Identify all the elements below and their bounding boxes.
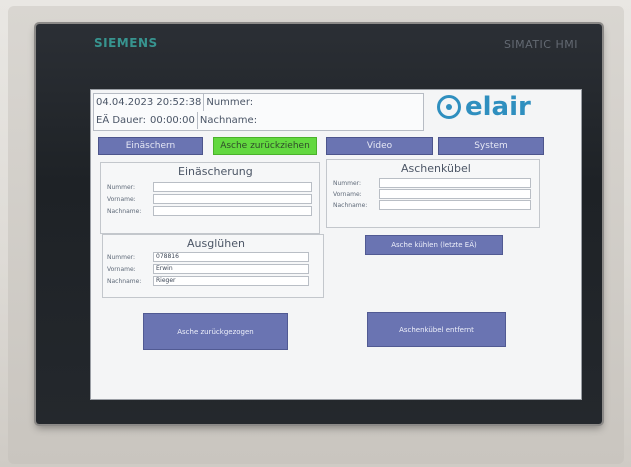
tab-einaeschern-label: Einäschern [125,141,176,151]
einaescherung-vorname-row: Vorname: [107,194,312,204]
status-row-2: EÄ Dauer: 00:00:00 Nachname: [94,112,423,129]
elair-logo: elair [437,92,531,122]
cool-ashes-button[interactable]: Asche kühlen (letzte EÄ) [365,235,503,255]
status-row-1: 04.04.2023 20:52:38 Nummer: [94,94,423,111]
einaescherung-nachname-field [153,206,312,216]
aschenkuebel-vorname-row: Vorname: [333,189,531,199]
aschenkuebel-nummer-field [379,178,531,188]
aschenkuebel-vorname-field [379,189,531,199]
ea-duration-value: 00:00:00 [149,115,195,126]
panel-title-einaescherung: Einäscherung [178,165,253,178]
tab-system-label: System [474,141,508,151]
panel-title-ausgluehen: Ausglühen [187,237,245,250]
tab-video[interactable]: Video [326,137,433,155]
brand-simatic-hmi: SIMATIC HMI [503,38,578,51]
logo-mark-icon [437,95,461,119]
field-label-vorname: Vorname: [107,195,136,203]
bin-removed-button[interactable]: Aschenkübel entfernt [367,312,506,347]
name-label: Nachname: [199,115,258,126]
datetime: 04.04.2023 20:52:38 [96,97,202,108]
field-label-vorname: Vorname: [333,190,362,198]
aschenkuebel-nachname-row: Nachname: [333,200,531,210]
aschenkuebel-nachname-field [379,200,531,210]
status-bar: 04.04.2023 20:52:38 Nummer: EÄ Dauer: 00… [93,93,424,131]
hmi-bezel: SIEMENS SIMATIC HMI 04.04.2023 20:52:38 … [36,24,602,424]
ausgluehen-nachname-row: Nachname: Rieger [107,276,309,286]
ausgluehen-nachname-field: Rieger [153,276,309,286]
tab-system[interactable]: System [438,137,544,155]
ausgluehen-vorname-field: Erwin [153,264,309,274]
field-label-nummer: Nummer: [107,253,136,261]
field-label-nummer: Nummer: [333,179,362,187]
ashes-retracted-button[interactable]: Asche zurückgezogen [143,313,288,350]
cool-ashes-label: Asche kühlen (letzte EÄ) [391,241,477,249]
tab-video-label: Video [366,141,393,151]
panel-title-aschenkuebel: Aschenkübel [401,162,471,175]
field-label-nummer: Nummer: [107,183,136,191]
field-label-nachname: Nachname: [107,207,142,215]
ea-duration-label: EÄ Dauer: [96,115,146,126]
field-label-nachname: Nachname: [107,277,142,285]
tab-asche-zurueckziehen-label: Asche zurückziehen [220,141,310,151]
einaescherung-vorname-field [153,194,312,204]
ausgluehen-nummer-field: 078816 [153,252,309,262]
tab-asche-zurueckziehen[interactable]: Asche zurückziehen [213,137,317,155]
logo-text: elair [465,92,531,122]
brand-siemens: SIEMENS [94,36,158,50]
einaescherung-nummer-field [153,182,312,192]
number-label: Nummer: [206,97,254,108]
field-label-nachname: Nachname: [333,201,368,209]
aschenkuebel-nummer-row: Nummer: [333,178,531,188]
panel-aschenkuebel: Aschenkübel Nummer: Vorname: Nachname: [326,159,540,228]
einaescherung-nachname-row: Nachname: [107,206,312,216]
bin-removed-label: Aschenkübel entfernt [399,325,474,334]
field-label-vorname: Vorname: [107,265,136,273]
tab-einaeschern[interactable]: Einäschern [98,137,203,155]
ausgluehen-nummer-row: Nummer: 078816 [107,252,309,262]
ausgluehen-vorname-row: Vorname: Erwin [107,264,309,274]
einaescherung-nummer-row: Nummer: [107,182,312,192]
panel-ausgluehen: Ausglühen Nummer: 078816 Vorname: Erwin … [102,234,324,298]
panel-einaescherung: Einäscherung Nummer: Vorname: Nachname: [100,162,320,234]
ashes-retracted-label: Asche zurückgezogen [177,327,254,336]
hmi-screen: 04.04.2023 20:52:38 Nummer: EÄ Dauer: 00… [90,89,582,400]
